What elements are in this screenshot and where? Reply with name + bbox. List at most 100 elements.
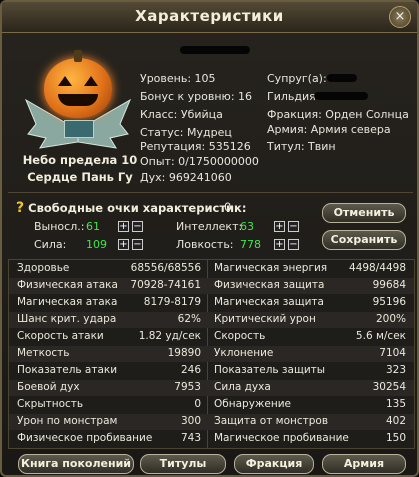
stat-value: 62% xyxy=(177,313,201,325)
close-icon[interactable]: × xyxy=(389,6,411,28)
level-bonus-label: Бонус к уровню: 16 xyxy=(140,90,253,103)
stat-label: Показатель атаки xyxy=(17,364,118,376)
strength-plus-button[interactable]: + xyxy=(118,239,129,250)
stat-label: Защита от монстров xyxy=(214,415,329,427)
stat-label: Критический урон xyxy=(214,313,316,325)
character-name-line1: Небо предела 10 xyxy=(22,153,138,167)
stamina-minus-button[interactable]: − xyxy=(132,221,143,232)
stat-label: Обнаружение xyxy=(214,398,291,410)
table-row: Урон по монстрам 300 Защита от монстров 402 xyxy=(9,414,414,430)
army-label: Армия: Армия севера xyxy=(267,123,391,136)
reputation-label: Репутация: 535126 xyxy=(140,140,251,153)
stat-value: 19890 xyxy=(167,347,201,359)
table-row: Меткость 19890 Уклонение 7104 xyxy=(9,346,414,362)
table-row: Шанс крит. удара 62% Критический урон 200% xyxy=(9,312,414,328)
stat-label: Магическая защита xyxy=(214,296,324,308)
free-points-label: ? Свободные очки характеристик: xyxy=(16,200,246,216)
stat-label: Магическая энергия xyxy=(214,262,328,274)
stat-label: Физическое пробивание xyxy=(17,432,153,444)
cancel-button[interactable]: Отменить xyxy=(322,203,406,223)
question-icon: ? xyxy=(16,200,25,216)
stats-table: Здоровье 68556/68556 Магическая энергия 449… xyxy=(8,259,415,449)
table-row: Физическое пробивание 743 Магическое проби… xyxy=(9,431,414,447)
strength-minus-button[interactable]: − xyxy=(132,239,143,250)
stat-value: 246 xyxy=(180,364,201,376)
stat-label: Шанс крит. удара xyxy=(17,313,117,325)
table-row: Физическая атака 70928-74161 Физическая за… xyxy=(9,278,414,294)
stat-label: Сила духа xyxy=(214,381,271,393)
intellect-plus-button[interactable]: + xyxy=(274,221,285,232)
dexterity-minus-button[interactable]: − xyxy=(288,239,299,250)
dexterity-label: Ловкость: xyxy=(176,238,234,251)
stat-value: 0 xyxy=(194,398,201,410)
character-portrait xyxy=(24,50,132,152)
stamina-label: Выносл.: xyxy=(34,220,85,233)
stat-value: 4498/4498 xyxy=(349,262,406,274)
guild-label: Гильдия: xyxy=(267,90,320,103)
save-button[interactable]: Сохранить xyxy=(322,230,406,250)
faction-button[interactable]: Фракция xyxy=(234,454,314,474)
stat-value: 200% xyxy=(375,313,406,325)
table-row: Магическая атака 8179-8179 Магическая защи… xyxy=(9,295,414,311)
spirit-label: Дух: 969241060 xyxy=(140,171,232,184)
class-label: Класс: Убийца xyxy=(140,108,223,121)
stat-value: 150 xyxy=(385,432,406,444)
stat-value: 95196 xyxy=(372,296,406,308)
stat-label: Здоровье xyxy=(17,262,70,274)
stat-value: 323 xyxy=(385,364,406,376)
character-name-line2: Сердце Пань Гу xyxy=(27,170,133,184)
stamina-plus-button[interactable]: + xyxy=(118,221,129,232)
pumpkin-avatar-icon xyxy=(44,50,112,118)
table-row: Скрытность 0 Обнаружение 135 xyxy=(9,397,414,413)
level-label: Уровень: 105 xyxy=(140,72,216,85)
intellect-minus-button[interactable]: − xyxy=(288,221,299,232)
redacted-spouse xyxy=(327,74,357,82)
dexterity-value: 778 xyxy=(240,238,261,251)
chest-plate-icon xyxy=(64,120,94,138)
titul-label: Титул: Твин xyxy=(267,140,336,153)
stat-value: 402 xyxy=(385,415,406,427)
stat-value: 5.6 м/сек xyxy=(355,330,406,342)
stat-label: Показатель защиты xyxy=(214,364,326,376)
status-label: Статус: Мудрец xyxy=(140,126,232,139)
stat-label: Боевой дух xyxy=(17,381,80,393)
titles-button[interactable]: Титулы xyxy=(140,454,226,474)
stat-value: 7104 xyxy=(379,347,406,359)
stat-value: 68556/68556 xyxy=(130,262,201,274)
table-row: Показатель атаки 246 Показатель защиты 323 xyxy=(9,363,414,379)
generations-book-button[interactable]: Книга поколений xyxy=(18,454,134,474)
stat-label: Скрытность xyxy=(17,398,84,410)
stat-value: 1.82 уд/сек xyxy=(138,330,201,342)
strength-value: 109 xyxy=(86,238,107,251)
stat-value: 743 xyxy=(180,432,201,444)
stamina-value: 61 xyxy=(86,220,100,233)
redacted-name xyxy=(180,46,250,54)
stat-value: 300 xyxy=(180,415,201,427)
window-title: Характеристики xyxy=(135,7,284,25)
dexterity-plus-button[interactable]: + xyxy=(274,239,285,250)
stat-label: Урон по монстрам xyxy=(17,415,118,427)
free-points-value: 0 xyxy=(224,200,232,214)
stat-value: 99684 xyxy=(372,279,406,291)
table-row: Здоровье 68556/68556 Магическая энергия 449… xyxy=(9,261,414,277)
divider xyxy=(8,192,413,193)
stat-label: Физическая защита xyxy=(214,279,325,291)
stat-label: Скорость атаки xyxy=(17,330,104,342)
army-button[interactable]: Армия xyxy=(322,454,406,474)
stat-label: Уклонение xyxy=(214,347,274,359)
stat-label: Меткость xyxy=(17,347,70,359)
table-row: Боевой дух 7953 Сила духа 30254 xyxy=(9,380,414,396)
stat-value: 135 xyxy=(385,398,406,410)
stat-value: 70928-74161 xyxy=(130,279,201,291)
character-stats-window: Характеристики × Небо предела 10 Сердце … xyxy=(0,0,419,477)
redacted-guild xyxy=(314,92,368,100)
spouse-label: Супруг(а): xyxy=(267,72,327,85)
stat-label: Магическая атака xyxy=(17,296,118,308)
intellect-label: Интеллект: xyxy=(176,220,243,233)
table-row: Скорость атаки 1.82 уд/сек Скорость 5.6 м/с… xyxy=(9,329,414,345)
experience-label: Опыт: 0/1750000000 xyxy=(140,155,259,168)
free-points-text: Свободные очки характеристик: xyxy=(28,201,247,215)
strength-label: Сила: xyxy=(34,238,67,251)
title-bar[interactable]: Характеристики × xyxy=(2,2,417,33)
stat-value: 7953 xyxy=(174,381,201,393)
